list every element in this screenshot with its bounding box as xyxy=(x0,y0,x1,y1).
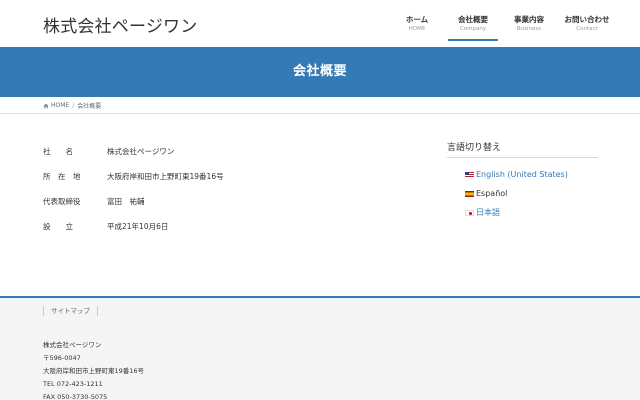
breadcrumb: HOME / 会社概要 xyxy=(0,97,640,114)
footer-fax: FAX 050-3730-5075 xyxy=(43,393,108,400)
nav-sublabel: Business xyxy=(516,26,542,32)
jp-flag-icon xyxy=(465,209,474,216)
nav-sublabel: Contact xyxy=(576,26,598,32)
global-nav: ホーム HOME 会社概要 Company 事業内容 Business お問い合… xyxy=(392,14,620,41)
row-label: 社 名 xyxy=(43,147,73,156)
nav-label: ホーム xyxy=(405,15,429,24)
language-link-english[interactable]: English (United States) xyxy=(476,170,568,179)
language-link-spanish[interactable]: Español xyxy=(476,189,507,198)
list-item[interactable]: Español xyxy=(465,184,598,203)
page-title: 会社概要 xyxy=(292,64,347,79)
nav-item-home[interactable]: ホーム HOME xyxy=(392,14,442,41)
row-label: 所 在 地 xyxy=(43,172,81,181)
table-row: 所 在 地 大阪府岸和田市上野町東19番16号 xyxy=(43,164,224,189)
table-row: 設 立 平成21年10月6日 xyxy=(43,214,224,239)
language-link-japanese[interactable]: 日本語 xyxy=(476,207,500,218)
row-label: 設 立 xyxy=(43,222,73,231)
table-row: 代表取締役 富田 祐輔 xyxy=(43,189,224,214)
footer-company-name: 株式会社ページワン xyxy=(43,341,102,349)
footer-nav: サイトマップ xyxy=(43,306,98,316)
sidebar-title: 言語切り替え xyxy=(447,140,598,158)
site-logo[interactable]: 株式会社ページワン xyxy=(43,12,197,37)
table-row: 社 名 株式会社ページワン xyxy=(43,139,224,164)
row-label: 代表取締役 xyxy=(43,197,81,206)
breadcrumb-home-link[interactable]: HOME xyxy=(51,102,69,109)
nav-label: 事業内容 xyxy=(514,15,544,24)
row-value: 大阪府岸和田市上野町東19番16号 xyxy=(107,172,224,181)
site-header: 株式会社ページワン ホーム HOME 会社概要 Company 事業内容 Bus… xyxy=(0,0,640,47)
footer-address: 大阪府岸和田市上野町東19番16号 xyxy=(43,367,145,375)
nav-label: 会社概要 xyxy=(458,15,488,24)
site-footer: サイトマップ 株式会社ページワン 〒596-0047 大阪府岸和田市上野町東19… xyxy=(0,296,640,400)
footer-postal-code: 〒596-0047 xyxy=(43,354,81,362)
row-value: 富田 祐輔 xyxy=(107,197,145,206)
nav-item-company[interactable]: 会社概要 Company xyxy=(448,14,498,41)
company-info-table: 社 名 株式会社ページワン 所 在 地 大阪府岸和田市上野町東19番16号 代表… xyxy=(43,139,224,239)
nav-sublabel: HOME xyxy=(408,26,426,32)
home-icon xyxy=(43,103,49,108)
list-item[interactable]: English (United States) xyxy=(465,165,598,184)
page-header-band: 会社概要 xyxy=(0,47,640,97)
breadcrumb-current: 会社概要 xyxy=(77,103,102,110)
language-switcher: 言語切り替え English (United States) Español 日… xyxy=(447,140,598,222)
nav-label: お問い合わせ xyxy=(564,15,610,24)
row-value: 平成21年10月6日 xyxy=(107,222,169,231)
footer-sitemap-link[interactable]: サイトマップ xyxy=(43,306,98,316)
breadcrumb-separator: / xyxy=(72,102,75,109)
nav-sublabel: Company xyxy=(459,26,487,32)
nav-item-contact[interactable]: お問い合わせ Contact xyxy=(560,14,614,41)
language-list: English (United States) Español 日本語 xyxy=(447,165,598,222)
footer-tel: TEL 072-423-1211 xyxy=(43,380,103,388)
es-flag-icon xyxy=(465,190,474,197)
nav-item-business[interactable]: 事業内容 Business xyxy=(504,14,554,41)
footer-company-info: 株式会社ページワン 〒596-0047 大阪府岸和田市上野町東19番16号 TE… xyxy=(43,339,144,400)
us-flag-icon xyxy=(465,171,474,178)
row-value: 株式会社ページワン xyxy=(107,147,175,156)
list-item[interactable]: 日本語 xyxy=(465,203,598,222)
